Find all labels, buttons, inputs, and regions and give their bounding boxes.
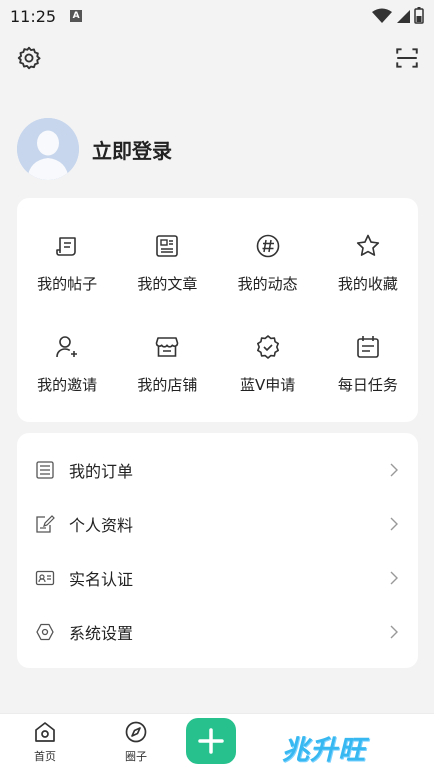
grid-item-store[interactable]: 我的店铺 bbox=[117, 316, 217, 417]
bottom-nav: 首页 圈子 兆升旺 bbox=[0, 713, 434, 771]
battery-icon bbox=[414, 7, 424, 24]
grid-item-label: 我的店铺 bbox=[137, 376, 198, 394]
grid-item-label: 每日任务 bbox=[337, 376, 398, 394]
home-icon bbox=[35, 722, 55, 742]
store-icon bbox=[156, 337, 179, 357]
plus-icon bbox=[198, 728, 224, 754]
calendar-icon bbox=[357, 336, 379, 358]
avatar bbox=[17, 118, 79, 180]
scan-icon bbox=[396, 48, 418, 68]
settings-gear-button[interactable] bbox=[16, 45, 42, 71]
login-label[interactable]: 立即登录 bbox=[92, 135, 172, 164]
menu-item-verification[interactable]: 实名认证 bbox=[17, 551, 418, 605]
menu-item-orders[interactable]: 我的订单 bbox=[17, 443, 418, 497]
grid-item-label: 我的收藏 bbox=[337, 275, 398, 293]
grid-item-label: 我的文章 bbox=[137, 275, 198, 293]
grid-item-posts[interactable]: 我的帖子 bbox=[17, 215, 117, 316]
grid-item-blue-v[interactable]: 蓝V申请 bbox=[218, 316, 318, 417]
signal-icon bbox=[397, 9, 410, 23]
grid-item-moments[interactable]: 我的动态 bbox=[218, 215, 318, 316]
nav-circle-label: 圈子 bbox=[125, 750, 147, 763]
edit-profile-icon bbox=[36, 515, 55, 533]
add-post-button[interactable] bbox=[186, 718, 236, 764]
chevron-right-icon bbox=[390, 463, 398, 477]
invite-user-icon bbox=[56, 336, 78, 358]
grid-item-articles[interactable]: 我的文章 bbox=[117, 215, 217, 316]
nav-home-label: 首页 bbox=[34, 750, 56, 763]
menu-item-label: 我的订单 bbox=[69, 462, 134, 481]
settings-menu-card: 我的订单 个人资料 实名认证 系统设置 bbox=[17, 433, 418, 668]
menu-item-label: 系统设置 bbox=[69, 624, 134, 643]
nav-home[interactable]: 首页 bbox=[20, 720, 70, 764]
grid-item-label: 我的帖子 bbox=[37, 275, 98, 293]
watermark-logo: 兆升旺 bbox=[282, 735, 366, 766]
chevron-right-icon bbox=[390, 517, 398, 531]
grid-item-favorites[interactable]: 我的收藏 bbox=[318, 215, 418, 316]
default-avatar-icon bbox=[17, 118, 79, 180]
grid-item-label: 我的动态 bbox=[237, 275, 298, 293]
notification-badge: A bbox=[70, 10, 83, 22]
chevron-right-icon bbox=[390, 625, 398, 639]
article-icon bbox=[156, 235, 179, 257]
chevron-right-icon bbox=[390, 571, 398, 585]
settings-hex-icon bbox=[36, 623, 54, 641]
compass-icon bbox=[125, 721, 147, 743]
id-card-icon bbox=[35, 570, 55, 586]
my-features-card: 我的帖子 我的文章 我的动态 我的收藏 我的邀请 我的店铺 蓝V申请 每日任务 bbox=[17, 198, 418, 422]
status-bar: 11:25 A bbox=[0, 0, 434, 32]
menu-item-label: 实名认证 bbox=[69, 570, 134, 589]
login-profile[interactable]: 立即登录 bbox=[17, 118, 172, 180]
status-time: 11:25 bbox=[10, 6, 57, 26]
grid-item-invites[interactable]: 我的邀请 bbox=[17, 316, 117, 417]
menu-item-label: 个人资料 bbox=[69, 516, 134, 535]
gear-icon bbox=[17, 46, 41, 70]
scan-button[interactable] bbox=[394, 45, 420, 71]
wifi-icon bbox=[372, 8, 392, 23]
grid-item-label: 我的邀请 bbox=[37, 376, 98, 394]
order-icon bbox=[36, 461, 54, 479]
hashtag-icon bbox=[256, 234, 279, 258]
status-icons bbox=[372, 7, 424, 24]
post-icon bbox=[56, 237, 76, 256]
nav-circle[interactable]: 圈子 bbox=[111, 720, 161, 764]
menu-item-system-settings[interactable]: 系统设置 bbox=[17, 605, 418, 659]
grid-item-daily-tasks[interactable]: 每日任务 bbox=[318, 316, 418, 417]
menu-item-profile[interactable]: 个人资料 bbox=[17, 497, 418, 551]
grid-item-label: 蓝V申请 bbox=[239, 376, 296, 394]
verified-badge-icon bbox=[256, 335, 279, 359]
star-icon bbox=[356, 234, 379, 256]
